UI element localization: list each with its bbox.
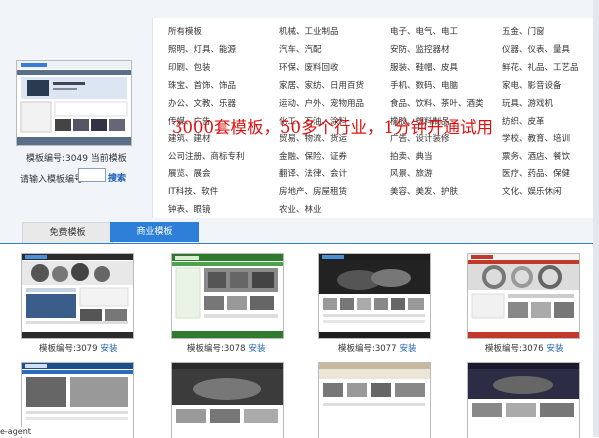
- tab-free-templates[interactable]: 免费模板: [22, 222, 113, 243]
- category-link[interactable]: 珠宝、首饰、饰品: [168, 79, 236, 91]
- category-link[interactable]: 仪器、仪表、量具: [502, 43, 570, 55]
- category-link[interactable]: 印刷、包装: [168, 61, 211, 73]
- category-link[interactable]: 办公、文教、乐器: [168, 97, 236, 109]
- category-link[interactable]: 运动、户外、宠物用品: [279, 97, 364, 109]
- category-link[interactable]: 学校、教育、培训: [502, 132, 570, 144]
- search-button[interactable]: 搜索: [108, 171, 126, 184]
- template-caption-3079: 模板编号:3079 安装: [39, 344, 118, 354]
- install-link-3079[interactable]: 安装: [101, 344, 118, 354]
- template-thumb-row2-3[interactable]: [318, 362, 431, 438]
- category-link[interactable]: 安防、监控器材: [390, 43, 450, 55]
- category-link[interactable]: 家居、家纺、日用百货: [279, 79, 364, 91]
- template-caption-3076: 模板编号:3076 安装: [485, 344, 564, 354]
- template-number-input[interactable]: [78, 168, 106, 182]
- category-link[interactable]: 汽车、汽配: [279, 43, 322, 55]
- category-link[interactable]: 食品、饮料、茶叶、酒类: [390, 97, 484, 109]
- category-link[interactable]: 服装、鞋帽、皮具: [390, 61, 458, 73]
- category-link[interactable]: 医疗、药品、保健: [502, 167, 570, 179]
- category-link[interactable]: 家电、影音设备: [502, 79, 562, 91]
- install-link-3077[interactable]: 安装: [400, 344, 417, 354]
- current-template-preview[interactable]: [16, 60, 132, 146]
- install-link-3078[interactable]: 安装: [249, 344, 266, 354]
- category-link[interactable]: 玩具、游戏机: [502, 97, 553, 109]
- template-caption-3078: 模板编号:3078 安装: [187, 344, 266, 354]
- template-thumb-3079[interactable]: [21, 253, 134, 339]
- template-thumb-3078[interactable]: [171, 253, 284, 339]
- tab-business-templates[interactable]: 商业模板: [110, 222, 199, 242]
- category-link[interactable]: 风景、旅游: [390, 167, 433, 179]
- search-label: 请输入模板编号: [20, 175, 84, 185]
- category-link[interactable]: 票务、酒店、餐饮: [502, 150, 570, 162]
- status-text: e-agent: [0, 427, 31, 436]
- category-link[interactable]: 环保、废料回收: [279, 61, 339, 73]
- category-link[interactable]: 美容、美发、护肤: [390, 185, 458, 197]
- template-caption-3077: 模板编号:3077 安装: [338, 344, 417, 354]
- category-link[interactable]: 照明、灯具、能源: [168, 43, 236, 55]
- category-link[interactable]: 金融、保险、证券: [279, 150, 347, 162]
- template-thumb-row2-2[interactable]: [171, 362, 284, 438]
- category-link[interactable]: 五金、门窗: [502, 25, 545, 37]
- category-link[interactable]: 翻译、法律、会计: [279, 167, 347, 179]
- category-link[interactable]: 公司注册、商标专利: [168, 150, 245, 162]
- template-thumb-row2-1[interactable]: [21, 362, 134, 438]
- current-template-label: 模板编号:3049 当前模板: [26, 154, 127, 164]
- category-link[interactable]: 电子、电气、电工: [390, 25, 458, 37]
- current-template-panel: 模板编号:3049 当前模板 请输入模板编号 搜索: [0, 0, 152, 218]
- category-link[interactable]: 房地产、房屋租赁: [279, 185, 347, 197]
- template-thumb-3077[interactable]: [318, 253, 431, 339]
- category-link[interactable]: 展览、展会: [168, 167, 211, 179]
- install-link-3076[interactable]: 安装: [547, 344, 564, 354]
- template-thumb-row2-4[interactable]: [467, 362, 580, 438]
- category-link[interactable]: 所有模板: [168, 25, 202, 37]
- category-link[interactable]: 机械、工业制品: [279, 25, 339, 37]
- tab-underline: [0, 243, 599, 244]
- promo-banner-text: 3000套模板，50多个行业，1分钟开通试用: [172, 118, 493, 137]
- category-link[interactable]: 农业、林业: [279, 203, 322, 215]
- scrollbar[interactable]: [593, 0, 599, 437]
- category-link[interactable]: 拍卖、典当: [390, 150, 433, 162]
- category-link[interactable]: 钟表、眼镜: [168, 203, 211, 215]
- template-thumb-3076[interactable]: [467, 253, 580, 339]
- category-link[interactable]: 鲜花、礼品、工艺品: [502, 61, 579, 73]
- category-link[interactable]: 纺织、皮革: [502, 115, 545, 127]
- category-link[interactable]: 文化、娱乐休闲: [502, 185, 562, 197]
- category-link[interactable]: IT科技、软件: [168, 185, 218, 197]
- category-link[interactable]: 手机、数码、电脑: [390, 79, 458, 91]
